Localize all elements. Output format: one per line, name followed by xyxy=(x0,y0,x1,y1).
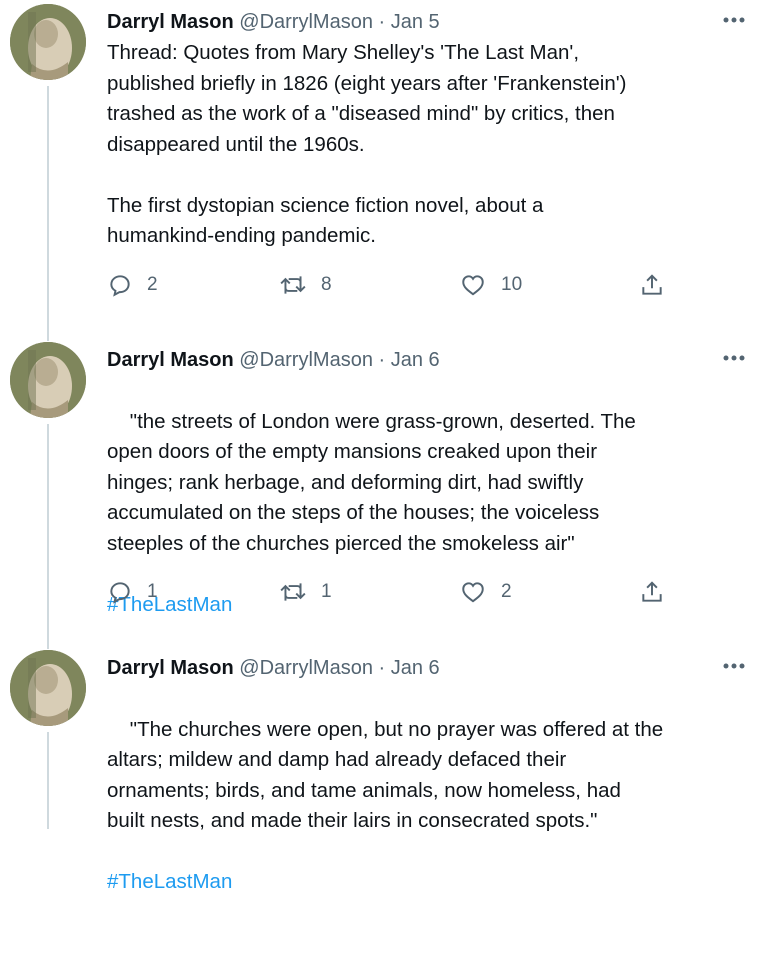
author-handle[interactable]: @DarrylMason xyxy=(239,11,373,33)
tweet-text-content: "the streets of London were grass-grown,… xyxy=(107,409,636,555)
avatar[interactable] xyxy=(10,650,86,726)
avatar[interactable] xyxy=(10,4,86,80)
more-icon xyxy=(723,663,745,669)
like-button[interactable]: 2 xyxy=(459,579,512,605)
tweet-date[interactable]: Jan 6 xyxy=(391,349,440,371)
tweet-date[interactable]: Jan 6 xyxy=(391,657,440,679)
author-handle[interactable]: @DarrylMason xyxy=(239,657,373,679)
reply-button[interactable]: 2 xyxy=(107,272,158,298)
share-icon xyxy=(642,581,662,602)
tweet-text: "the streets of London were grass-grown,… xyxy=(107,376,747,681)
retweet-count: 8 xyxy=(321,274,332,295)
more-icon xyxy=(723,17,745,23)
like-count: 2 xyxy=(501,581,512,602)
tweet-actions: 2 8 10 xyxy=(107,272,687,304)
author-handle[interactable]: @DarrylMason xyxy=(239,349,373,371)
retweet-count: 1 xyxy=(321,581,332,602)
share-icon xyxy=(642,274,662,295)
tweet-actions: 1 1 2 xyxy=(107,579,687,611)
tweet-header: Darryl Mason @DarrylMason · Jan 6 xyxy=(107,656,440,680)
author-name[interactable]: Darryl Mason xyxy=(107,349,234,371)
reply-icon xyxy=(110,582,130,604)
like-button[interactable]: 10 xyxy=(459,272,522,298)
reply-count: 1 xyxy=(147,581,158,602)
separator-dot: · xyxy=(378,657,386,679)
tweet-date[interactable]: Jan 5 xyxy=(391,11,440,33)
retweet-icon xyxy=(280,276,306,294)
heart-icon xyxy=(462,275,484,296)
tweet-text: "The churches were open, but no prayer w… xyxy=(107,684,747,959)
tweet[interactable]: Darryl Mason @DarrylMason · Jan 6 "The c… xyxy=(0,650,765,893)
tweet[interactable]: Darryl Mason @DarrylMason · Jan 6 "the s… xyxy=(0,342,765,632)
tweet-text: Thread: Quotes from Mary Shelley's 'The … xyxy=(107,41,627,247)
tweet-header: Darryl Mason @DarrylMason · Jan 6 xyxy=(107,348,440,372)
retweet-button[interactable]: 1 xyxy=(279,579,332,605)
share-button[interactable] xyxy=(639,272,665,298)
reply-count: 2 xyxy=(147,274,158,295)
tweet-text-content: "The churches were open, but no prayer w… xyxy=(107,717,664,833)
more-options-button[interactable] xyxy=(719,8,749,32)
more-icon xyxy=(723,355,745,361)
author-name[interactable]: Darryl Mason xyxy=(107,11,234,33)
retweet-icon xyxy=(280,583,306,601)
retweet-button[interactable]: 8 xyxy=(279,272,332,298)
hashtag-link[interactable]: #TheLastMan xyxy=(107,867,747,898)
author-name[interactable]: Darryl Mason xyxy=(107,657,234,679)
more-options-button[interactable] xyxy=(719,346,749,370)
reply-button[interactable]: 1 xyxy=(107,579,158,605)
tweet-header: Darryl Mason @DarrylMason · Jan 5 xyxy=(107,10,440,34)
heart-icon xyxy=(462,582,484,603)
tweet[interactable]: Darryl Mason @DarrylMason · Jan 5 Thread… xyxy=(0,4,765,334)
more-options-button[interactable] xyxy=(719,654,749,678)
avatar[interactable] xyxy=(10,342,86,418)
share-button[interactable] xyxy=(639,579,665,605)
like-count: 10 xyxy=(501,274,523,295)
reply-icon xyxy=(110,275,130,297)
separator-dot: · xyxy=(378,349,386,371)
separator-dot: · xyxy=(378,11,386,33)
